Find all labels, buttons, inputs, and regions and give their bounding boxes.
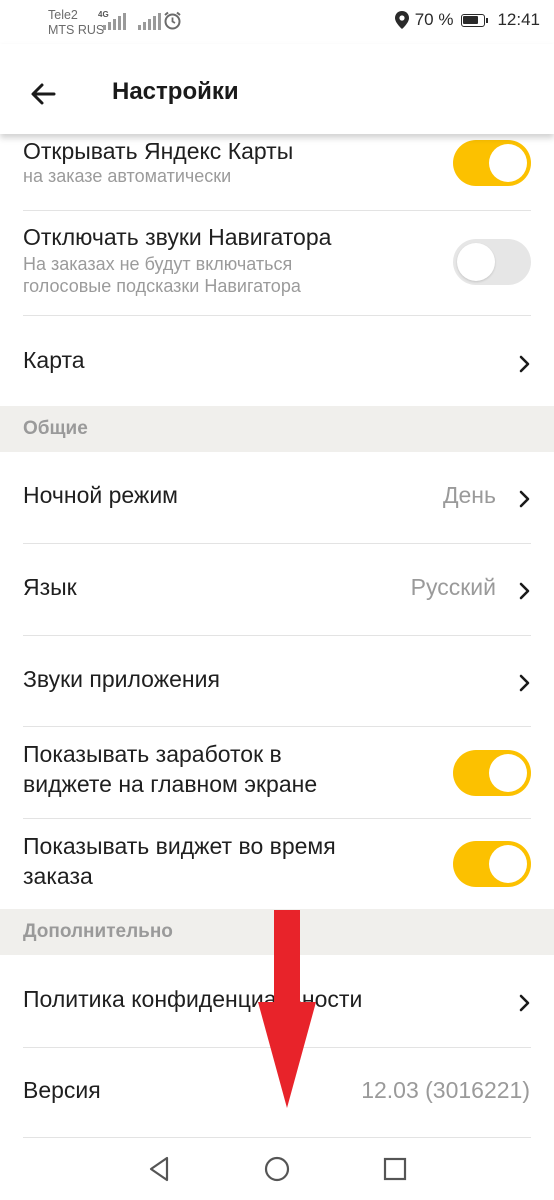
version-value: 12.03 (3016221) — [361, 1077, 530, 1103]
show-earnings-toggle[interactable] — [453, 750, 531, 796]
setting-title-line-1: Показывать заработок в — [23, 741, 282, 767]
status-right-group: 70 % 12:41 — [394, 10, 540, 30]
setting-title: Карта — [23, 347, 85, 373]
setting-subtitle-line-2: голосовые подсказки Навигатора — [23, 276, 301, 296]
setting-title-line-2: заказа — [23, 863, 93, 889]
setting-language[interactable]: Язык Русский — [0, 544, 554, 635]
page-title: Настройки — [112, 78, 239, 105]
setting-value: Русский — [410, 574, 496, 600]
chevron-right-icon — [519, 994, 530, 1012]
location-icon — [394, 11, 409, 29]
status-bar: Tele2 MTS RUS 4G 70 % 12:41 — [0, 0, 554, 44]
setting-mute-navigator[interactable]: Отключать звуки Навигатора На заказах не… — [0, 211, 554, 315]
setting-night-mode[interactable]: Ночной режим День — [0, 452, 554, 542]
setting-title: Ночной режим — [23, 482, 178, 508]
app-header: Настройки — [0, 44, 554, 134]
setting-title: Открывать Яндекс Карты — [23, 138, 294, 164]
battery-percent: 70 % — [414, 10, 454, 29]
setting-open-maps[interactable]: Открывать Яндекс Карты на заказе автомат… — [0, 134, 554, 210]
setting-title: Отключать звуки Навигатора — [23, 224, 332, 250]
arrow-left-icon[interactable] — [24, 74, 64, 114]
recents-square-icon[interactable] — [381, 1155, 409, 1183]
setting-title: Звуки приложения — [23, 666, 220, 692]
open-maps-toggle[interactable] — [453, 140, 531, 186]
toggle-knob — [489, 144, 527, 182]
battery-icon — [461, 13, 489, 27]
setting-app-sounds[interactable]: Звуки приложения — [0, 636, 554, 726]
setting-show-widget[interactable]: Показывать виджет во время заказа — [0, 819, 554, 909]
setting-subtitle-line-1: На заказах не будут включаться — [23, 254, 293, 274]
annotation-down-arrow-icon — [258, 910, 316, 1108]
home-circle-icon[interactable] — [263, 1155, 291, 1183]
setting-title-line-1: Показывать виджет во время — [23, 833, 336, 859]
chevron-right-icon — [519, 355, 530, 373]
setting-map[interactable]: Карта — [0, 316, 554, 406]
setting-title: Версия — [23, 1077, 101, 1103]
carrier-name-2: MTS RUS — [48, 23, 105, 37]
chevron-right-icon — [519, 582, 530, 600]
clock: 12:41 — [497, 10, 540, 29]
section-label: Дополнительно — [23, 921, 173, 942]
show-widget-toggle[interactable] — [453, 841, 531, 887]
section-header-general: Общие — [0, 406, 554, 452]
system-nav-bar — [0, 1138, 554, 1200]
section-label: Общие — [23, 418, 88, 439]
mute-navigator-toggle[interactable] — [453, 239, 531, 285]
setting-subtitle: на заказе автоматически — [23, 166, 232, 186]
chevron-right-icon — [519, 490, 530, 508]
carrier-name-1: Tele2 — [48, 8, 78, 22]
signal-icon — [103, 13, 126, 30]
setting-show-earnings[interactable]: Показывать заработок в виджете на главно… — [0, 727, 554, 818]
toggle-knob — [489, 845, 527, 883]
toggle-knob — [457, 243, 495, 281]
setting-title-line-2: виджете на главном экране — [23, 771, 318, 797]
alarm-icon — [164, 11, 181, 30]
setting-title: Язык — [23, 574, 77, 600]
chevron-right-icon — [519, 674, 530, 692]
toggle-knob — [489, 754, 527, 792]
setting-value: День — [442, 482, 496, 508]
signal-icon-2 — [138, 13, 161, 30]
back-triangle-icon[interactable] — [145, 1155, 173, 1183]
